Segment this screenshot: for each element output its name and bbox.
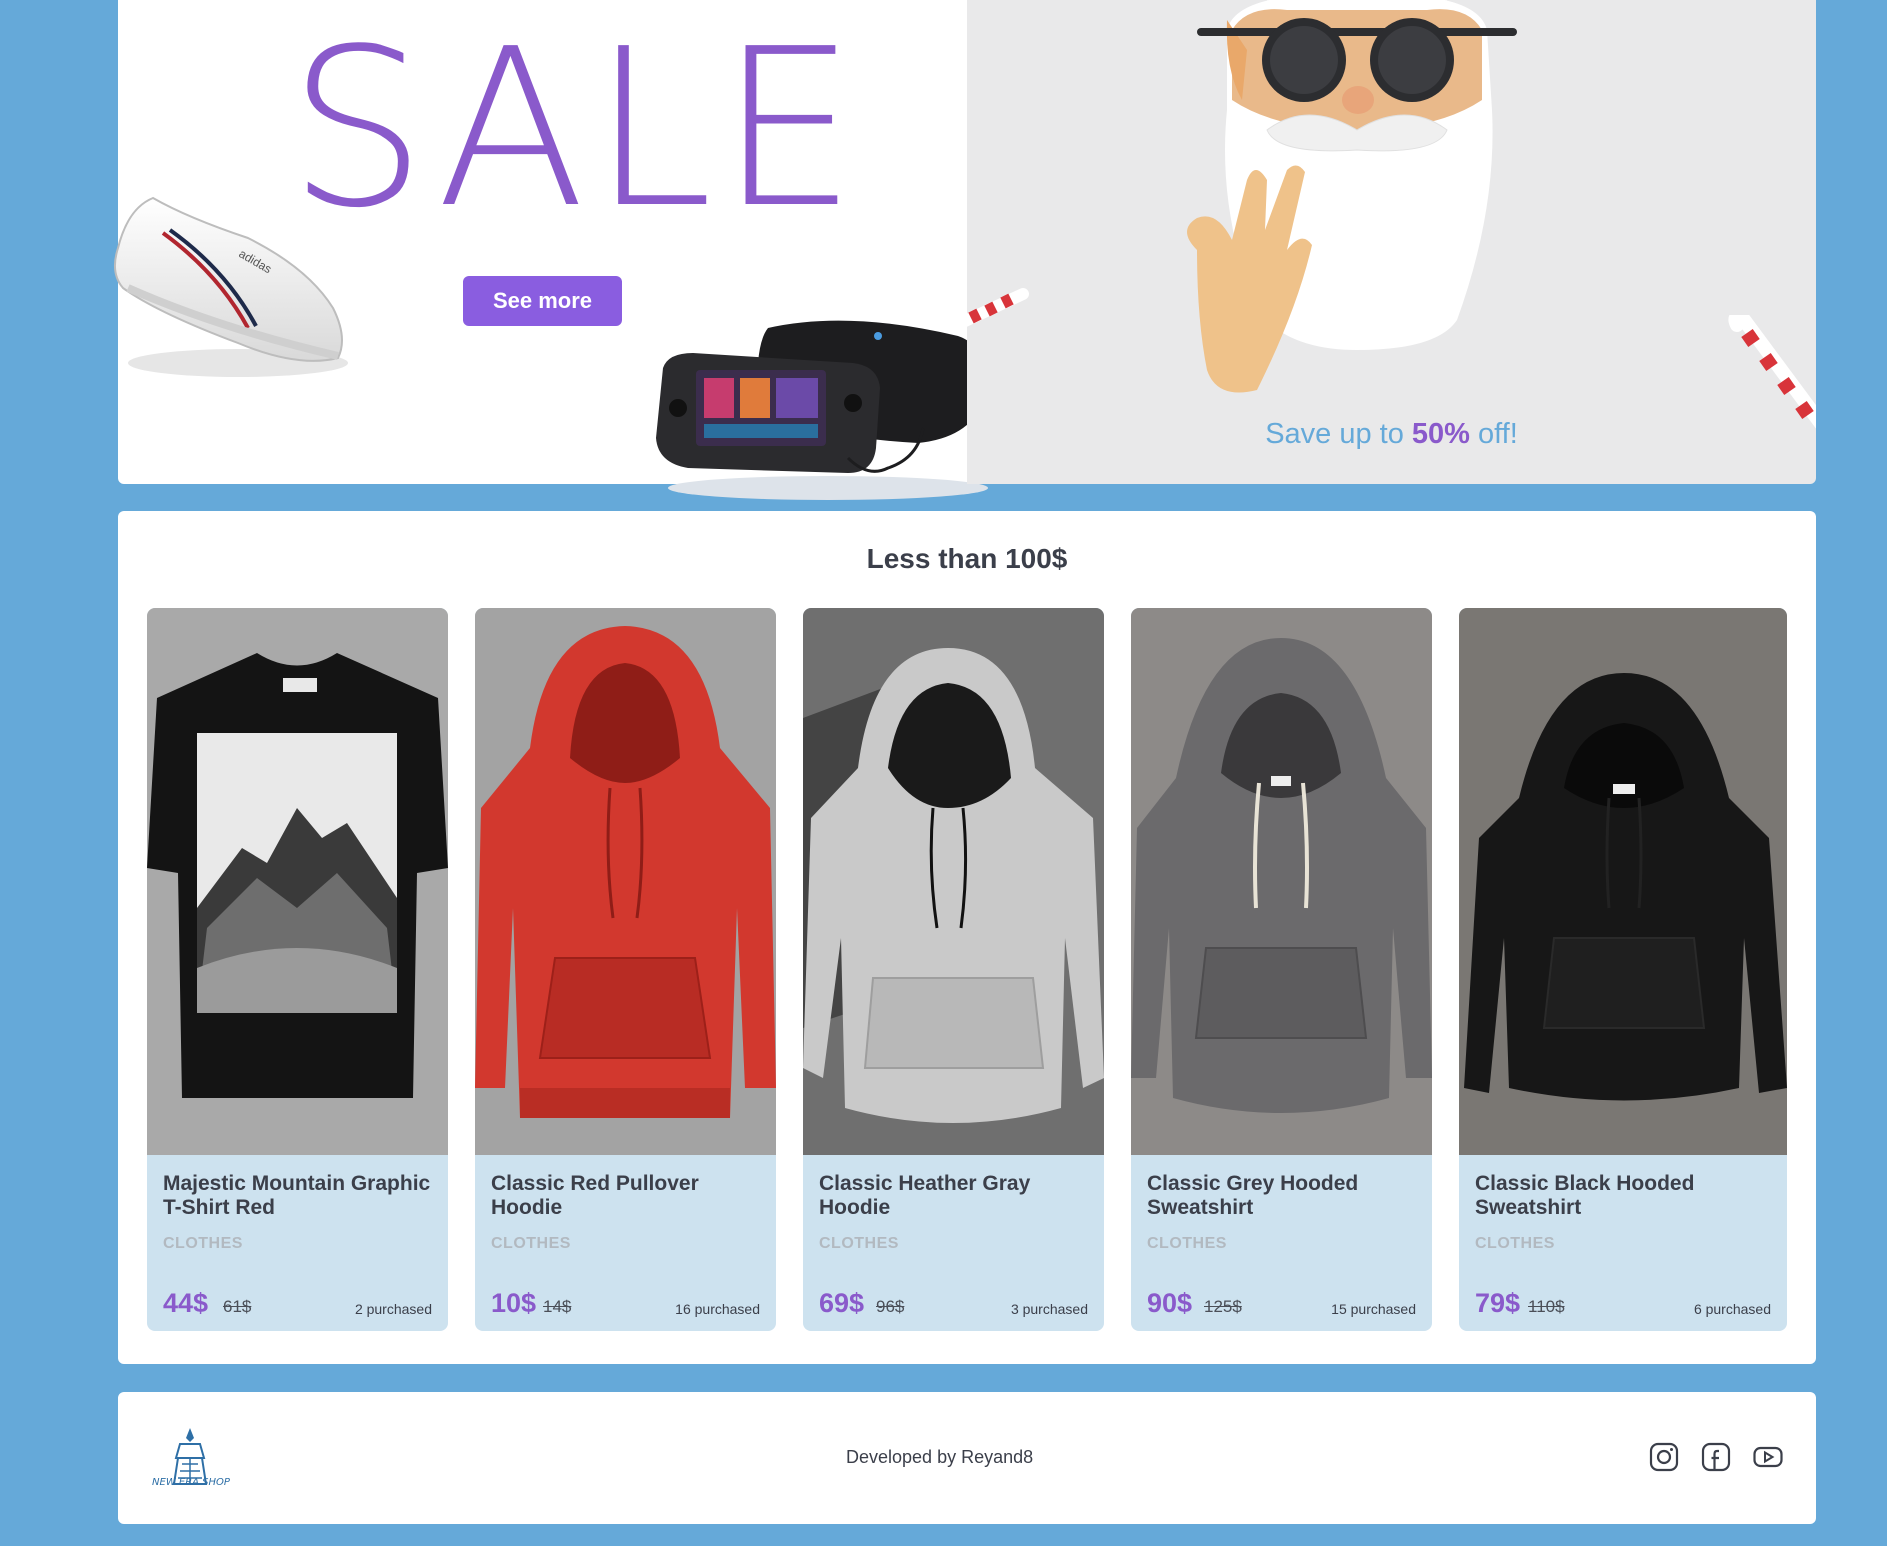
developer-credit: Developed by Reyand8 xyxy=(846,1447,1034,1467)
logo-text: NEW ERA SHOP xyxy=(152,1477,230,1488)
product-title[interactable]: Classic Black Hooded Sweatshirt xyxy=(1475,1172,1771,1220)
product-old-price: 125$ xyxy=(1204,1297,1242,1316)
product-category: CLOTHES xyxy=(163,1235,243,1252)
product-old-price: 14$ xyxy=(543,1297,572,1316)
product-category: CLOTHES xyxy=(1475,1235,1555,1252)
product-title[interactable]: Classic Red Pullover Hoodie xyxy=(491,1172,760,1220)
banner-right-panel: Save up to 50% off! xyxy=(967,0,1816,484)
product-price: 90$ xyxy=(1147,1288,1193,1318)
section-title: Less than 100$ xyxy=(866,543,1068,574)
product-price: 79$ xyxy=(1475,1288,1521,1318)
product-title[interactable]: Classic Grey Hooded Sweatshirt xyxy=(1147,1172,1416,1220)
product-old-price: 96$ xyxy=(876,1297,905,1316)
purchased-count: 2 purchased xyxy=(354,1301,432,1317)
save-prefix: Save up to xyxy=(1265,418,1412,450)
product-card[interactable]: Classic Black Hooded Sweatshirt CLOTHES … xyxy=(1459,608,1787,1331)
product-old-price: 61$ xyxy=(223,1297,252,1316)
purchased-count: 3 purchased xyxy=(1010,1301,1088,1317)
product-category: CLOTHES xyxy=(1147,1235,1227,1252)
product-card[interactable]: Majestic Mountain Graphic T-Shirt Red CL… xyxy=(147,608,448,1331)
purchased-count: 16 purchased xyxy=(675,1301,760,1317)
handheld-console-image xyxy=(656,320,988,500)
santa-character-image xyxy=(1187,0,1517,393)
product-image[interactable] xyxy=(1131,608,1432,1155)
product-image[interactable] xyxy=(803,608,1104,1155)
product-price: 10$ xyxy=(491,1288,537,1318)
product-category: CLOTHES xyxy=(819,1235,899,1252)
product-price: 44$ xyxy=(163,1288,209,1318)
product-category: CLOTHES xyxy=(491,1235,571,1252)
purchased-count: 15 purchased xyxy=(1331,1301,1416,1317)
banner-left-panel: SALE adidas See more xyxy=(113,0,988,500)
instagram-icon[interactable] xyxy=(1648,1441,1680,1473)
sneaker-image: adidas xyxy=(113,196,348,377)
product-title[interactable]: Classic Heather Gray Hoodie xyxy=(819,1172,1088,1220)
product-card[interactable]: Classic Red Pullover Hoodie CLOTHES 10$ … xyxy=(475,608,776,1331)
sale-banner: SALE adidas See more Save up to 50% off! xyxy=(113,0,1816,500)
product-card[interactable]: Classic Grey Hooded Sweatshirt CLOTHES 9… xyxy=(1131,608,1432,1331)
save-suffix: off! xyxy=(1469,418,1518,450)
save-promo-text: Save up to 50% off! xyxy=(967,418,1816,451)
candy-cane-right-image xyxy=(1728,315,1816,429)
youtube-icon[interactable] xyxy=(1752,1441,1784,1473)
product-image[interactable] xyxy=(475,608,776,1155)
product-image[interactable] xyxy=(1459,608,1787,1155)
purchased-count: 6 purchased xyxy=(1693,1301,1771,1317)
product-image[interactable] xyxy=(147,608,448,1155)
product-old-price: 110$ xyxy=(1528,1297,1565,1316)
product-title[interactable]: Majestic Mountain Graphic T-Shirt Red xyxy=(163,1172,432,1220)
sale-title: SALE xyxy=(288,3,863,256)
candy-cane-left-image xyxy=(967,288,1029,327)
product-card[interactable]: Classic Heather Gray Hoodie CLOTHES 69$ … xyxy=(803,608,1104,1331)
product-price: 69$ xyxy=(819,1288,865,1318)
facebook-icon[interactable] xyxy=(1700,1441,1732,1473)
save-highlight: 50% xyxy=(1411,418,1470,450)
see-more-button[interactable]: See more xyxy=(463,276,622,326)
